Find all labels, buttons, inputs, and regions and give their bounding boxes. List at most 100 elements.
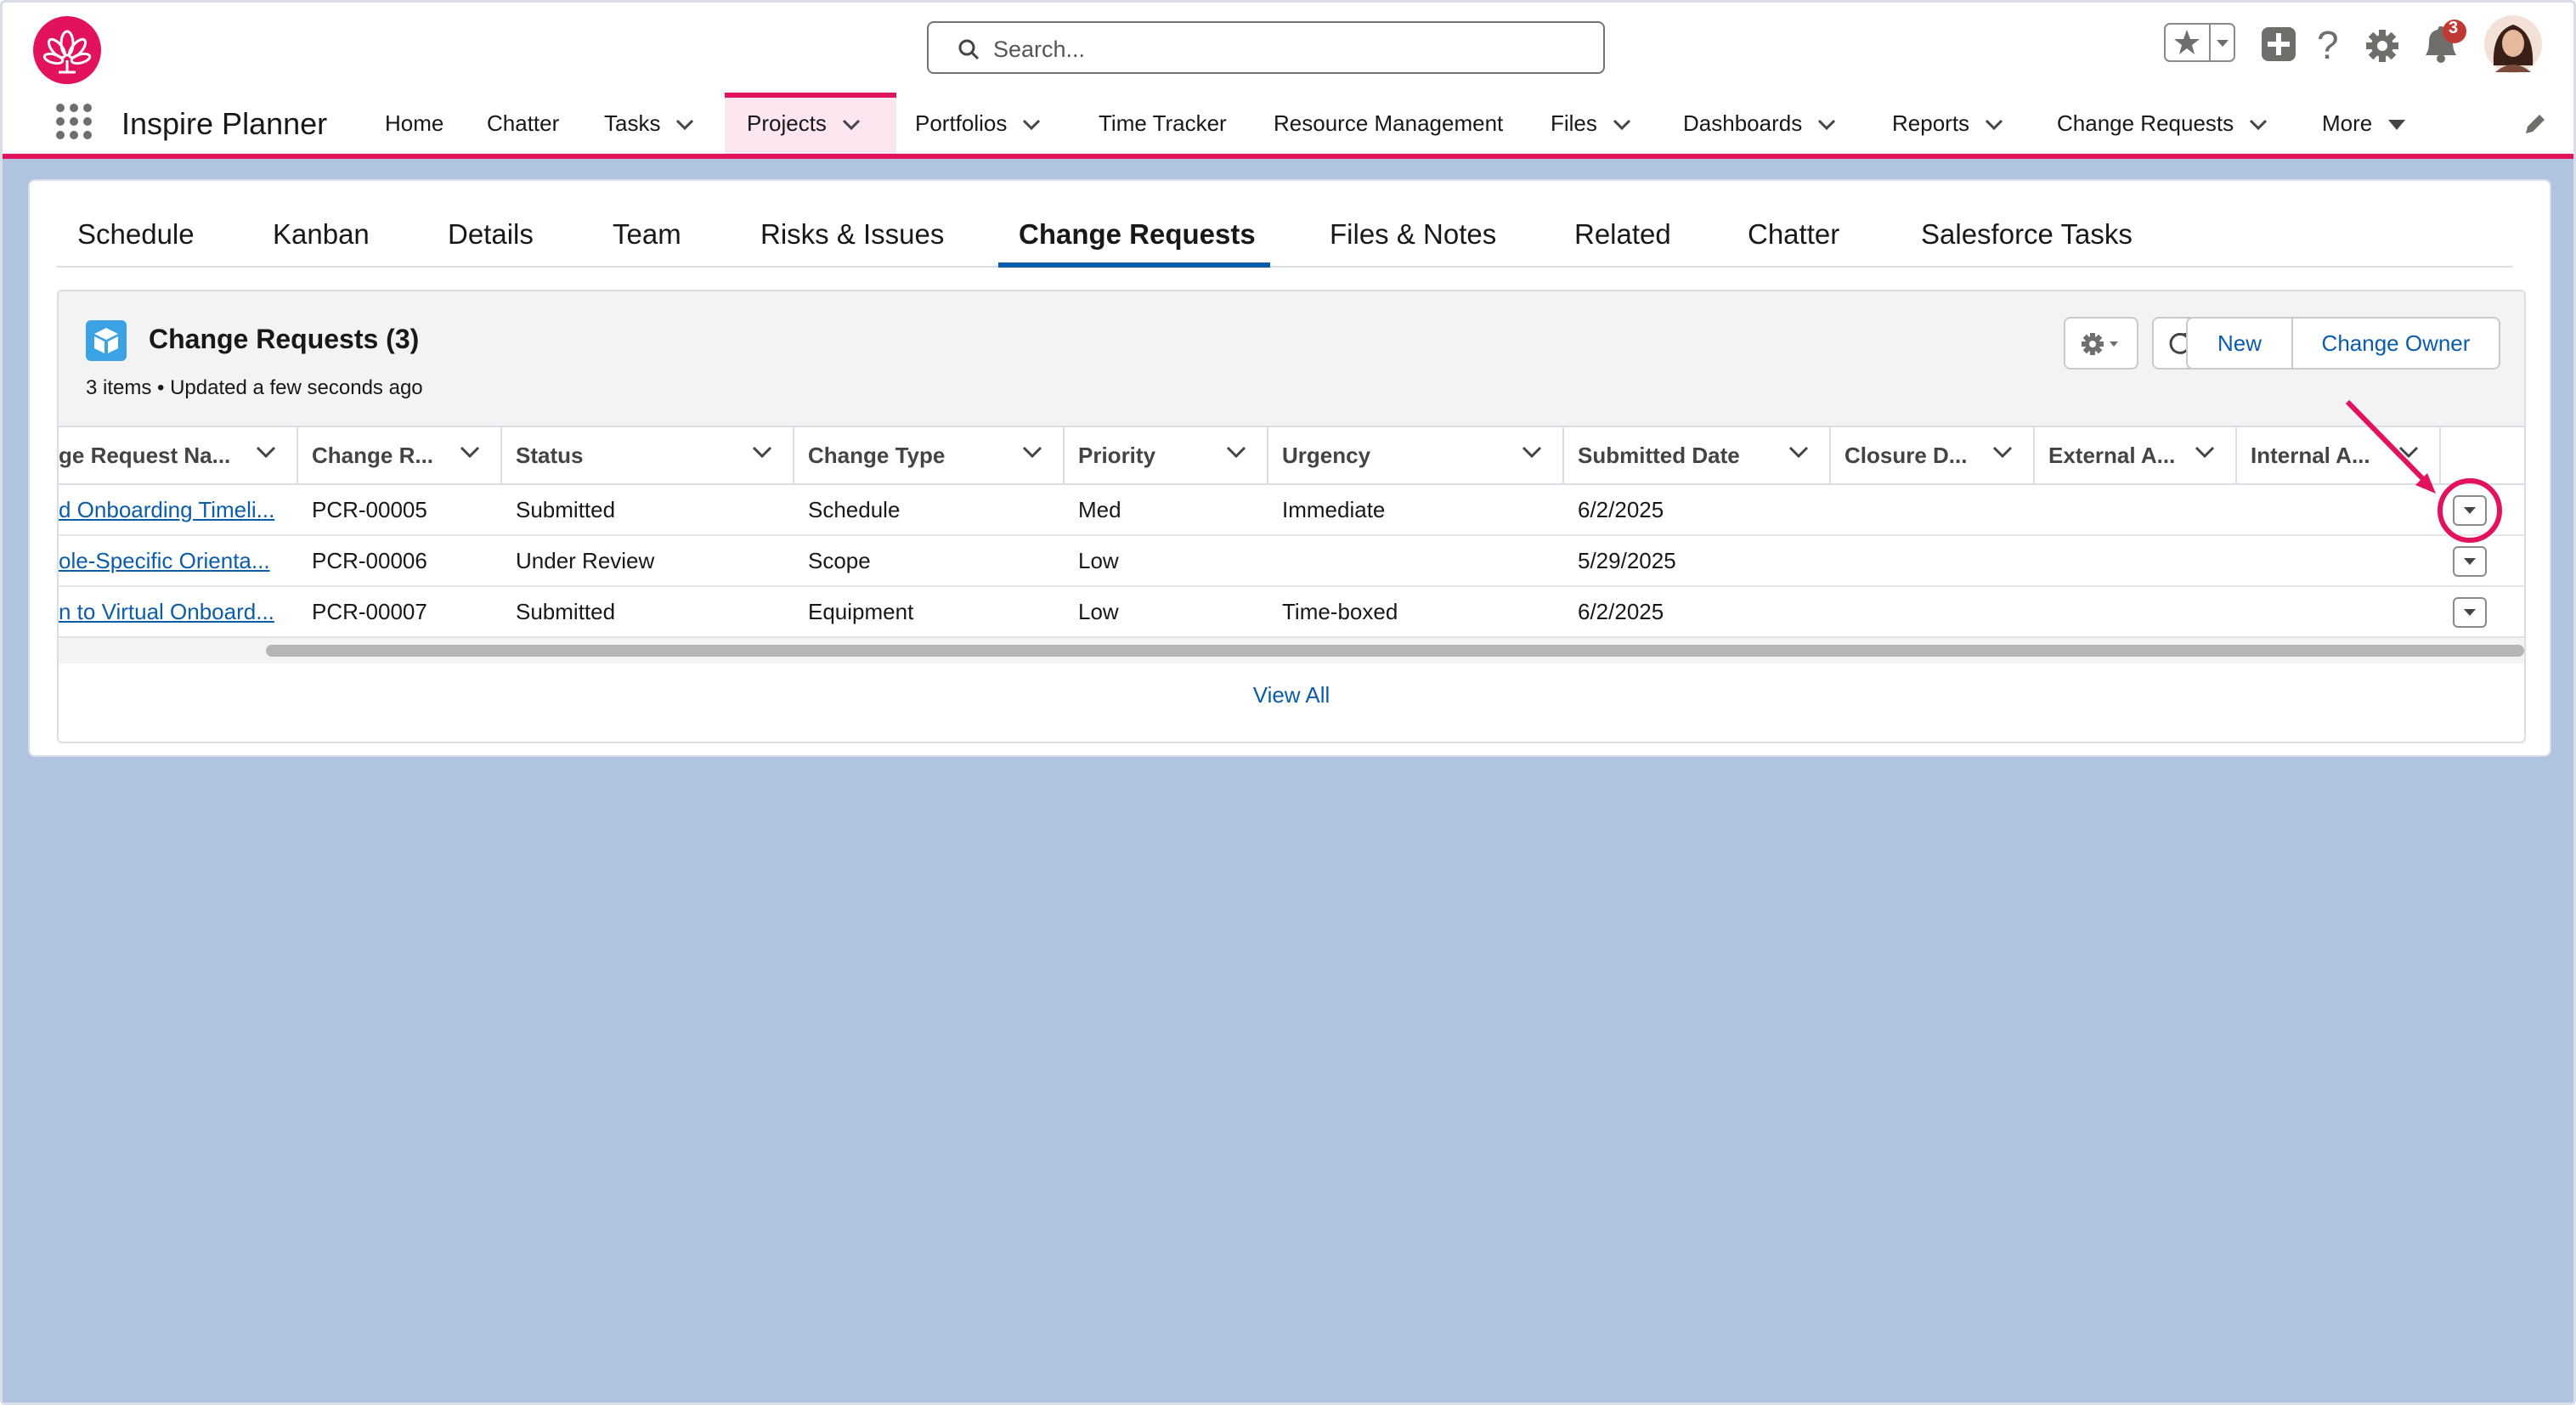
nav-label: Time Tracker xyxy=(1099,110,1227,136)
nav-item-change-requests[interactable]: Change Requests xyxy=(2057,93,2268,154)
chevron-down-icon[interactable] xyxy=(1788,446,1809,460)
cell-priority: Med xyxy=(1078,497,1121,522)
cell-number: PCR-00007 xyxy=(312,599,427,624)
nav-item-files[interactable]: Files xyxy=(1551,93,1631,154)
app-logo[interactable] xyxy=(33,16,101,84)
tab-files-notes[interactable]: Files & Notes xyxy=(1330,218,1496,251)
cell-change-type: Schedule xyxy=(808,497,901,522)
horizontal-scrollbar[interactable] xyxy=(59,638,2524,663)
app-launcher-icon[interactable] xyxy=(55,103,93,140)
chevron-down-icon[interactable] xyxy=(1613,119,1631,131)
tab-details[interactable]: Details xyxy=(448,218,534,251)
column-header-change-request-number[interactable]: Change R... xyxy=(298,427,502,483)
column-header-urgency[interactable]: Urgency xyxy=(1268,427,1564,483)
column-label: Change Type xyxy=(808,443,946,468)
nav-item-portfolios[interactable]: Portfolios xyxy=(915,93,1041,154)
scrollbar-thumb[interactable] xyxy=(266,645,2524,657)
chevron-down-icon[interactable] xyxy=(1992,446,2013,460)
setup-button[interactable] xyxy=(2364,28,2400,68)
tab-related[interactable]: Related xyxy=(1574,218,1671,251)
gear-icon xyxy=(2366,30,2398,62)
avatar-icon xyxy=(2484,15,2542,73)
related-list-title[interactable]: Change Requests (3) xyxy=(149,324,419,355)
chevron-down-icon[interactable] xyxy=(256,446,276,460)
nav-label: Files xyxy=(1551,110,1597,136)
lotus-icon xyxy=(42,30,92,74)
nav-label: More xyxy=(2322,110,2373,136)
column-header-change-type[interactable]: Change Type xyxy=(794,427,1065,483)
change-owner-button[interactable]: Change Owner xyxy=(2291,317,2500,370)
nav-item-tasks[interactable]: Tasks xyxy=(604,93,694,154)
nav-item-reports[interactable]: Reports xyxy=(1892,93,2003,154)
chevron-down-icon[interactable] xyxy=(752,446,772,460)
chevron-down-icon[interactable] xyxy=(675,119,694,131)
chevron-down-icon[interactable] xyxy=(1022,446,1042,460)
column-header-change-request-name[interactable]: ge Request Na... xyxy=(59,427,298,483)
chevron-down-icon[interactable] xyxy=(460,446,480,460)
cell-name-link[interactable]: n to Virtual Onboard... xyxy=(59,587,298,636)
column-header-priority[interactable]: Priority xyxy=(1065,427,1268,483)
cell-name-link[interactable]: ole-Specific Orienta... xyxy=(59,536,298,585)
cell-status: Submitted xyxy=(516,497,616,522)
tab-chatter[interactable]: Chatter xyxy=(1748,218,1839,251)
nav-item-more[interactable]: More xyxy=(2322,93,2406,154)
nav-label: Home xyxy=(385,110,444,136)
chevron-down-icon[interactable] xyxy=(1522,446,1542,460)
plus-icon xyxy=(2262,27,2296,61)
notifications-button[interactable]: 3 xyxy=(2419,18,2470,73)
new-button[interactable]: New xyxy=(2186,317,2293,370)
global-search[interactable]: Search... xyxy=(927,21,1605,74)
change-request-object-icon xyxy=(86,320,127,361)
tab-change-requests[interactable]: Change Requests xyxy=(1019,218,1256,251)
table-row: ole-Specific Orienta... PCR-00006 Under … xyxy=(59,536,2524,587)
global-actions-button[interactable] xyxy=(2261,26,2296,66)
nav-label: Resource Management xyxy=(1274,110,1504,136)
caret-down-icon[interactable] xyxy=(2387,119,2406,131)
nav-label: Projects xyxy=(747,110,827,136)
column-header-status[interactable]: Status xyxy=(502,427,794,483)
tab-kanban[interactable]: Kanban xyxy=(273,218,370,251)
cell-status: Under Review xyxy=(516,548,655,573)
nav-item-chatter[interactable]: Chatter xyxy=(487,93,559,154)
tab-risks-issues[interactable]: Risks & Issues xyxy=(760,218,944,251)
cell-name-link[interactable]: d Onboarding Timeli... xyxy=(59,485,298,534)
list-settings-button[interactable] xyxy=(2064,317,2138,370)
chevron-down-icon[interactable] xyxy=(1226,446,1246,460)
nav-item-dashboards[interactable]: Dashboards xyxy=(1683,93,1836,154)
window: Search... ? 3 Inspire Planner Home Chatt… xyxy=(0,0,2576,1405)
row-actions-button[interactable] xyxy=(2453,597,2487,628)
column-label: Status xyxy=(516,443,584,468)
row-actions-button[interactable] xyxy=(2453,546,2487,577)
edit-pencil-icon[interactable] xyxy=(2522,111,2548,137)
nav-item-home[interactable]: Home xyxy=(385,93,443,154)
tab-schedule[interactable]: Schedule xyxy=(77,218,195,251)
column-label: ge Request Na... xyxy=(59,443,231,468)
favorites-button[interactable] xyxy=(2164,21,2235,68)
search-placeholder: Search... xyxy=(993,37,1086,62)
help-button[interactable]: ? xyxy=(2313,23,2344,70)
chevron-down-icon[interactable] xyxy=(2249,119,2268,131)
nav-item-projects[interactable]: Projects xyxy=(725,93,896,154)
column-label: Closure D... xyxy=(1844,443,1968,468)
nav-item-time-tracker[interactable]: Time Tracker xyxy=(1099,93,1227,154)
column-header-closure-date[interactable]: Closure D... xyxy=(1831,427,2035,483)
view-all-link[interactable]: View All xyxy=(59,682,2524,708)
chevron-down-icon[interactable] xyxy=(1817,119,1836,131)
cell-urgency: Time-boxed xyxy=(1282,599,1398,624)
chevron-down-icon[interactable] xyxy=(842,119,861,131)
chevron-down-icon[interactable] xyxy=(2195,446,2215,460)
project-record-card: Schedule Kanban Details Team Risks & Iss… xyxy=(28,179,2551,757)
cell-submitted-date: 6/2/2025 xyxy=(1578,599,1664,624)
cell-urgency: Immediate xyxy=(1282,497,1386,522)
column-header-submitted-date[interactable]: Submitted Date xyxy=(1564,427,1831,483)
svg-text:?: ? xyxy=(2317,23,2339,65)
column-label: External A... xyxy=(2048,443,2176,468)
nav-item-resource-management[interactable]: Resource Management xyxy=(1274,93,1503,154)
nav-label: Change Requests xyxy=(2057,110,2234,136)
chevron-down-icon[interactable] xyxy=(1985,119,2003,131)
tab-salesforce-tasks[interactable]: Salesforce Tasks xyxy=(1921,218,2133,251)
column-header-external-approval[interactable]: External A... xyxy=(2035,427,2237,483)
tab-team[interactable]: Team xyxy=(613,218,681,251)
user-avatar[interactable] xyxy=(2483,14,2543,78)
chevron-down-icon[interactable] xyxy=(1022,119,1041,131)
